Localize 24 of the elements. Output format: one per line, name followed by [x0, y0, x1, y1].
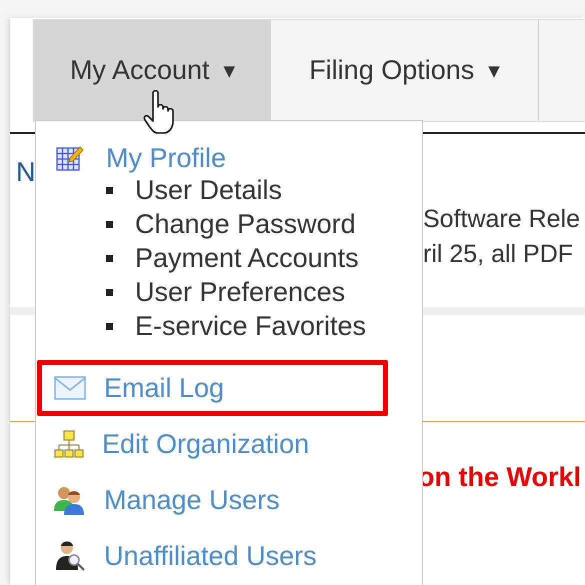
bullet-icon [106, 186, 113, 194]
submenu-item[interactable]: User Details [135, 174, 282, 206]
bullet-icon [106, 254, 113, 262]
bullet-icon [106, 322, 113, 330]
bullet-icon [106, 288, 113, 296]
bullet-icon [106, 220, 113, 228]
calendar-edit-icon [56, 144, 84, 172]
nav-tab[interactable]: My Account ▼ [34, 20, 271, 121]
envelope-icon [54, 376, 86, 400]
users-icon [54, 485, 86, 515]
news-text: ril 25, all PDF [423, 240, 574, 269]
menu-item[interactable]: My Profile [42, 143, 383, 173]
user-search-icon [54, 540, 86, 572]
page-heading: N [16, 156, 36, 188]
submenu-item[interactable]: Payment Accounts [135, 242, 359, 274]
menu-item[interactable]: Email Log [42, 365, 383, 411]
news-text: Software Rele [423, 205, 580, 234]
hierarchy-icon [54, 430, 84, 458]
menu-item[interactable]: Edit Organization [42, 421, 383, 467]
menu-item[interactable]: Unaffiliated Users [42, 533, 383, 579]
submenu-item[interactable]: E-service Favorites [135, 310, 366, 342]
submenu-item[interactable]: User Preferences [135, 276, 346, 308]
menu-item[interactable]: Manage Users [42, 477, 383, 523]
submenu-item[interactable]: Change Password [135, 208, 356, 240]
